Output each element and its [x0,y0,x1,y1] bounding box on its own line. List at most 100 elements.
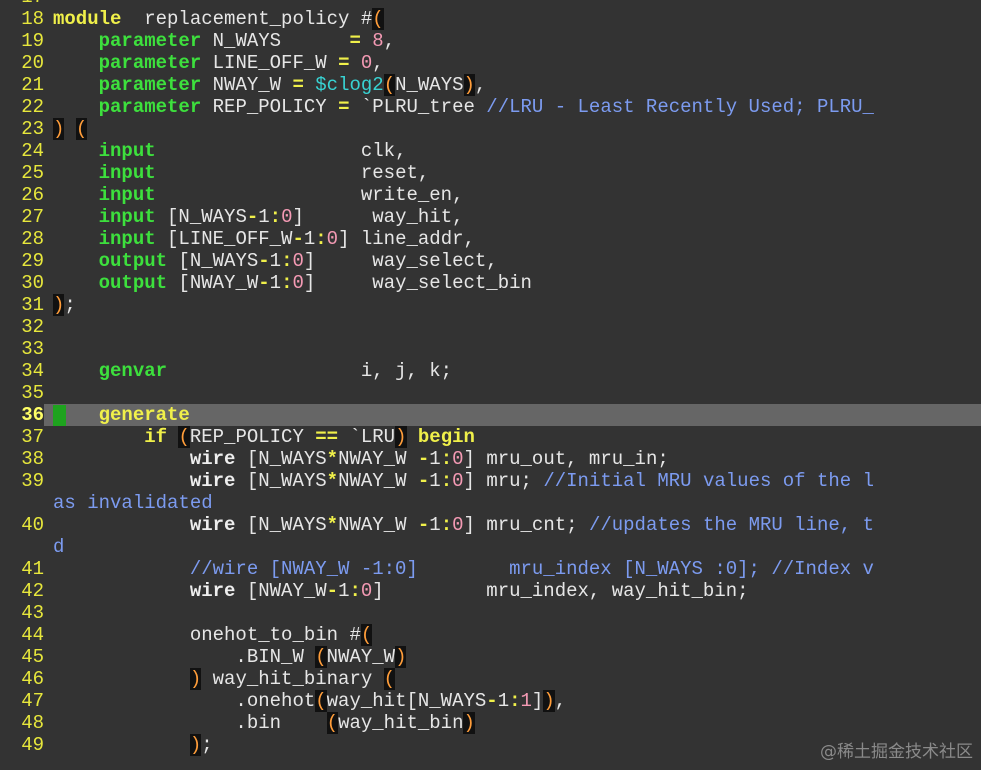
code-line[interactable]: 36 generate [0,404,981,426]
code-line[interactable]: 39 wire [N_WAYS*NWAY_W -1:0] mru; //Init… [0,470,981,492]
code-line[interactable]: 34 genvar i, j, k; [0,360,981,382]
code-token: ] way_select_bin [303,272,532,294]
code-token: [N_WAYS [235,448,327,470]
code-token: , [372,52,384,74]
code-line[interactable]: 46 ) way_hit_binary ( [0,668,981,690]
line-number: 47 [21,690,44,712]
code-line[interactable]: 21 parameter NWAY_W = $clog2(N_WAYS), [0,74,981,96]
code-token: : [315,228,327,250]
code-line[interactable]: 47 .onehot(way_hit[N_WAYS-1:1]), [0,690,981,712]
code-token: way_hit_binary [201,668,384,690]
line-number: 32 [21,316,44,338]
code-text: ); [53,734,213,756]
code-token: ] way_hit, [292,206,464,228]
code-line[interactable]: 30 output [NWAY_W-1:0] way_select_bin [0,272,981,294]
code-token: ] mru_out, mru_in; [463,448,669,470]
code-editor[interactable]: 1718 module replacement_policy #(19 param… [0,0,981,770]
code-token: ] mru; [463,470,544,492]
line-number: 31 [21,294,44,316]
code-token: replacement_policy # [121,8,373,30]
code-text: ) way_hit_binary ( [53,668,396,690]
code-token: wire [189,514,236,536]
code-token: `PLRU_tree [349,96,487,118]
code-token: input [98,162,156,184]
code-token: ( [326,712,339,734]
code-token: output [98,250,168,272]
code-line-wrap[interactable]: d [0,536,981,558]
line-number: 38 [21,448,44,470]
code-token: == [315,426,339,448]
code-text: .onehot(way_hit[N_WAYS-1:1]), [53,690,566,712]
code-line[interactable]: 44 onehot_to_bin #( [0,624,981,646]
code-line[interactable]: 31); [0,294,981,316]
code-line[interactable]: 24 input clk, [0,140,981,162]
code-token: N_WAYS [395,74,464,96]
code-text: wire [N_WAYS*NWAY_W -1:0] mru_cnt; //upd… [53,514,874,536]
code-text: module replacement_policy #( [53,8,384,30]
code-text: .BIN_W (NWAY_W) [53,646,407,668]
code-token: ) [463,712,475,734]
code-line[interactable]: 42 wire [NWAY_W-1:0] mru_index, way_hit_… [0,580,981,602]
code-token: way_hit[N_WAYS [326,690,487,712]
code-token: [N_WAYS [235,470,327,492]
code-line[interactable]: 25 input reset, [0,162,981,184]
code-token: reset, [155,162,430,184]
code-line[interactable]: 26 input write_en, [0,184,981,206]
code-token: output [98,272,168,294]
code-line[interactable]: 33 [0,338,981,360]
code-token: ) [189,734,202,756]
code-token: 0 [452,448,464,470]
code-line[interactable]: 43 [0,602,981,624]
line-number: 19 [21,30,44,52]
code-token: way_hit_bin [338,712,464,734]
code-token: ( [75,118,88,140]
code-text: ) ( [53,118,88,140]
code-token: [LINE_OFF_W [155,228,293,250]
code-line[interactable]: 19 parameter N_WAYS = 8, [0,30,981,52]
code-line[interactable]: 48 .bin (way_hit_bin) [0,712,981,734]
code-token: onehot_to_bin # [53,624,361,646]
code-line[interactable]: 17 [0,0,981,8]
code-token: ( [315,646,327,668]
code-token: ( [383,668,396,690]
code-line[interactable]: 27 input [N_WAYS-1:0] way_hit, [0,206,981,228]
code-line[interactable]: 35 [0,382,981,404]
code-line[interactable]: 38 wire [N_WAYS*NWAY_W -1:0] mru_out, mr… [0,448,981,470]
line-number: 23 [21,118,44,140]
code-line[interactable]: 32 [0,316,981,338]
line-number: 33 [21,338,44,360]
code-line[interactable]: 20 parameter LINE_OFF_W = 0, [0,52,981,74]
code-token: ) [463,74,475,96]
code-line[interactable]: 23 ) ( [0,118,981,140]
code-text: output [NWAY_W-1:0] way_select_bin [53,272,532,294]
code-line[interactable]: 41 //wire [NWAY_W -1:0] mru_index [N_WAY… [0,558,981,580]
code-line[interactable]: 37 if (REP_POLICY == `LRU) begin [0,426,981,448]
code-line[interactable]: 28 input [LINE_OFF_W-1:0] line_addr, [0,228,981,250]
code-token: generate [98,404,190,426]
code-line[interactable]: 18 module replacement_policy #( [0,8,981,30]
code-line[interactable]: 22 parameter REP_POLICY = `PLRU_tree //L… [0,96,981,118]
code-token: .bin [53,712,327,734]
code-line[interactable]: 40 wire [N_WAYS*NWAY_W -1:0] mru_cnt; //… [0,514,981,536]
code-token: as invalidated [53,492,213,514]
code-token: ) [395,646,407,668]
code-line[interactable]: 45 .BIN_W (NWAY_W) [0,646,981,668]
code-token: input [98,140,156,162]
code-token: * [326,514,339,536]
code-line[interactable]: 29 output [N_WAYS-1:0] way_select, [0,250,981,272]
code-token: genvar [98,360,168,382]
line-number: 18 [21,8,44,30]
code-text: generate [53,404,190,426]
code-token: ] [531,690,544,712]
code-line-wrap[interactable]: as invalidated [0,492,981,514]
line-number: 40 [21,514,44,536]
